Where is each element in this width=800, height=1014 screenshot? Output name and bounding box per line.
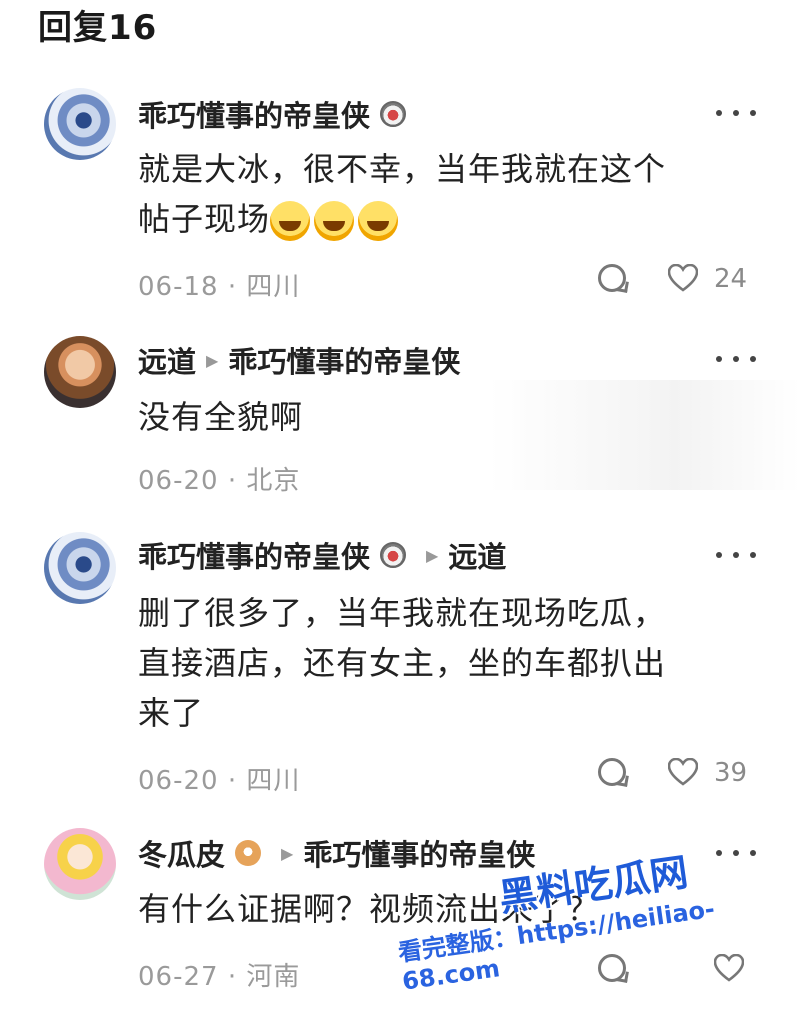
reply-icon[interactable] bbox=[598, 264, 626, 292]
more-icon[interactable] bbox=[716, 540, 756, 570]
comment-header: 乖巧懂事的帝皇侠 bbox=[138, 94, 416, 134]
reply-icon[interactable] bbox=[598, 758, 626, 786]
grin-emoji-icon bbox=[270, 201, 311, 241]
username[interactable]: 乖巧懂事的帝皇侠 bbox=[138, 534, 370, 576]
username[interactable]: 远道 bbox=[138, 339, 196, 381]
heart-icon[interactable] bbox=[714, 954, 744, 982]
like-count: 39 bbox=[714, 758, 748, 788]
comment-text: 就是大冰，很不幸，当年我就在这个 帖子现场 bbox=[138, 144, 758, 244]
heart-icon[interactable] bbox=[668, 264, 698, 292]
avatar[interactable] bbox=[44, 828, 116, 900]
badge-icon bbox=[380, 101, 407, 127]
grin-emoji-icon bbox=[314, 201, 355, 241]
comment-header: 远道 ▶ 乖巧懂事的帝皇侠 bbox=[138, 340, 460, 380]
more-icon[interactable] bbox=[716, 98, 756, 128]
comment-header: 冬瓜皮 ▶ 乖巧懂事的帝皇侠 bbox=[138, 833, 535, 873]
heart-icon[interactable] bbox=[668, 758, 698, 786]
avatar[interactable] bbox=[44, 532, 116, 604]
comment-meta: 06-20 · 北京 bbox=[138, 466, 301, 496]
comment-meta: 06-20 · 四川 bbox=[138, 766, 301, 796]
reply-arrow-icon: ▶ bbox=[281, 843, 294, 863]
username[interactable]: 乖巧懂事的帝皇侠 bbox=[138, 93, 370, 135]
page-title: 回复16 bbox=[38, 8, 158, 48]
comment-meta: 06-27 · 河南 bbox=[138, 962, 301, 992]
comment-meta: 06-18 · 四川 bbox=[138, 272, 301, 302]
more-icon[interactable] bbox=[716, 838, 756, 868]
like-count: 24 bbox=[714, 264, 748, 294]
avatar[interactable] bbox=[44, 88, 116, 160]
comment-text: 删了很多了，当年我就在现场吃瓜， 直接酒店，还有女主，坐的车都扒出 来了 bbox=[138, 594, 667, 732]
avatar[interactable] bbox=[44, 336, 116, 408]
reply-to-username[interactable]: 远道 bbox=[448, 534, 506, 576]
badge-icon bbox=[235, 840, 262, 866]
grin-emoji-icon bbox=[358, 201, 399, 241]
reply-arrow-icon: ▶ bbox=[206, 350, 219, 370]
badge-icon bbox=[380, 542, 407, 568]
reply-arrow-icon: ▶ bbox=[426, 545, 439, 565]
more-icon[interactable] bbox=[716, 344, 756, 374]
reply-to-username[interactable]: 乖巧懂事的帝皇侠 bbox=[228, 339, 460, 381]
username[interactable]: 冬瓜皮 bbox=[138, 832, 225, 874]
comment-header: 乖巧懂事的帝皇侠 ▶ 远道 bbox=[138, 535, 506, 575]
blurred-image-fragment bbox=[488, 380, 800, 490]
